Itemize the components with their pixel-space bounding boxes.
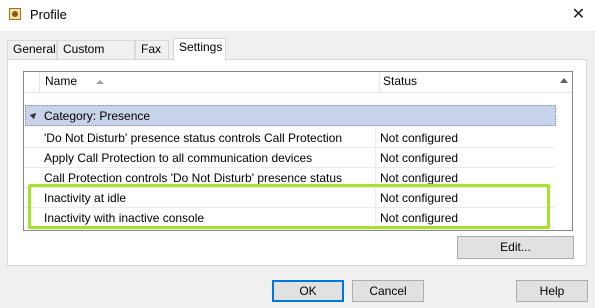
tab-general[interactable]: General bbox=[7, 40, 57, 59]
tab-custom-tabs[interactable]: Custom Tabs bbox=[57, 40, 135, 73]
row-name: 'Do Not Disturb' presence status control… bbox=[44, 131, 343, 145]
title-bar: Profile ✕ bbox=[0, 0, 595, 31]
column-header-status[interactable]: Status bbox=[379, 72, 572, 92]
help-button[interactable]: Help bbox=[516, 280, 588, 302]
close-button[interactable]: ✕ bbox=[562, 2, 595, 26]
list-header: Name Status bbox=[24, 72, 572, 93]
dialog-body: General Custom Tabs Fax Settings Name St… bbox=[0, 31, 595, 308]
row-status: Not configured bbox=[380, 151, 459, 165]
scroll-up-icon[interactable] bbox=[560, 78, 568, 83]
sort-ascending-icon bbox=[96, 80, 104, 84]
column-header-name[interactable]: Name bbox=[39, 72, 394, 92]
category-label: Category: Presence bbox=[44, 109, 151, 123]
profile-app-icon bbox=[9, 8, 21, 20]
highlight-annotation bbox=[28, 184, 550, 229]
row-name: Apply Call Protection to all communicati… bbox=[44, 151, 313, 165]
edit-button[interactable]: Edit... bbox=[457, 236, 574, 259]
collapse-triangle-icon[interactable] bbox=[29, 110, 39, 120]
table-row[interactable]: Apply Call Protection to all communicati… bbox=[24, 148, 555, 168]
column-header-name-label: Name bbox=[45, 74, 78, 88]
row-status: Not configured bbox=[380, 131, 459, 145]
column-divider bbox=[375, 148, 376, 167]
window-title: Profile bbox=[30, 7, 67, 22]
category-row-presence[interactable]: Category: Presence bbox=[25, 105, 556, 126]
column-divider bbox=[375, 128, 376, 147]
column-header-status-label: Status bbox=[383, 74, 418, 88]
row-name: Call Protection controls 'Do Not Disturb… bbox=[44, 171, 343, 185]
row-status: Not configured bbox=[380, 171, 459, 185]
tab-settings[interactable]: Settings bbox=[173, 38, 226, 61]
settings-panel: Name Status Category: Presence 'Do Not D… bbox=[7, 59, 587, 266]
ok-button[interactable]: OK bbox=[272, 280, 344, 302]
table-row[interactable]: 'Do Not Disturb' presence status control… bbox=[24, 128, 555, 148]
cancel-button[interactable]: Cancel bbox=[352, 280, 424, 302]
tab-fax[interactable]: Fax bbox=[135, 40, 169, 59]
